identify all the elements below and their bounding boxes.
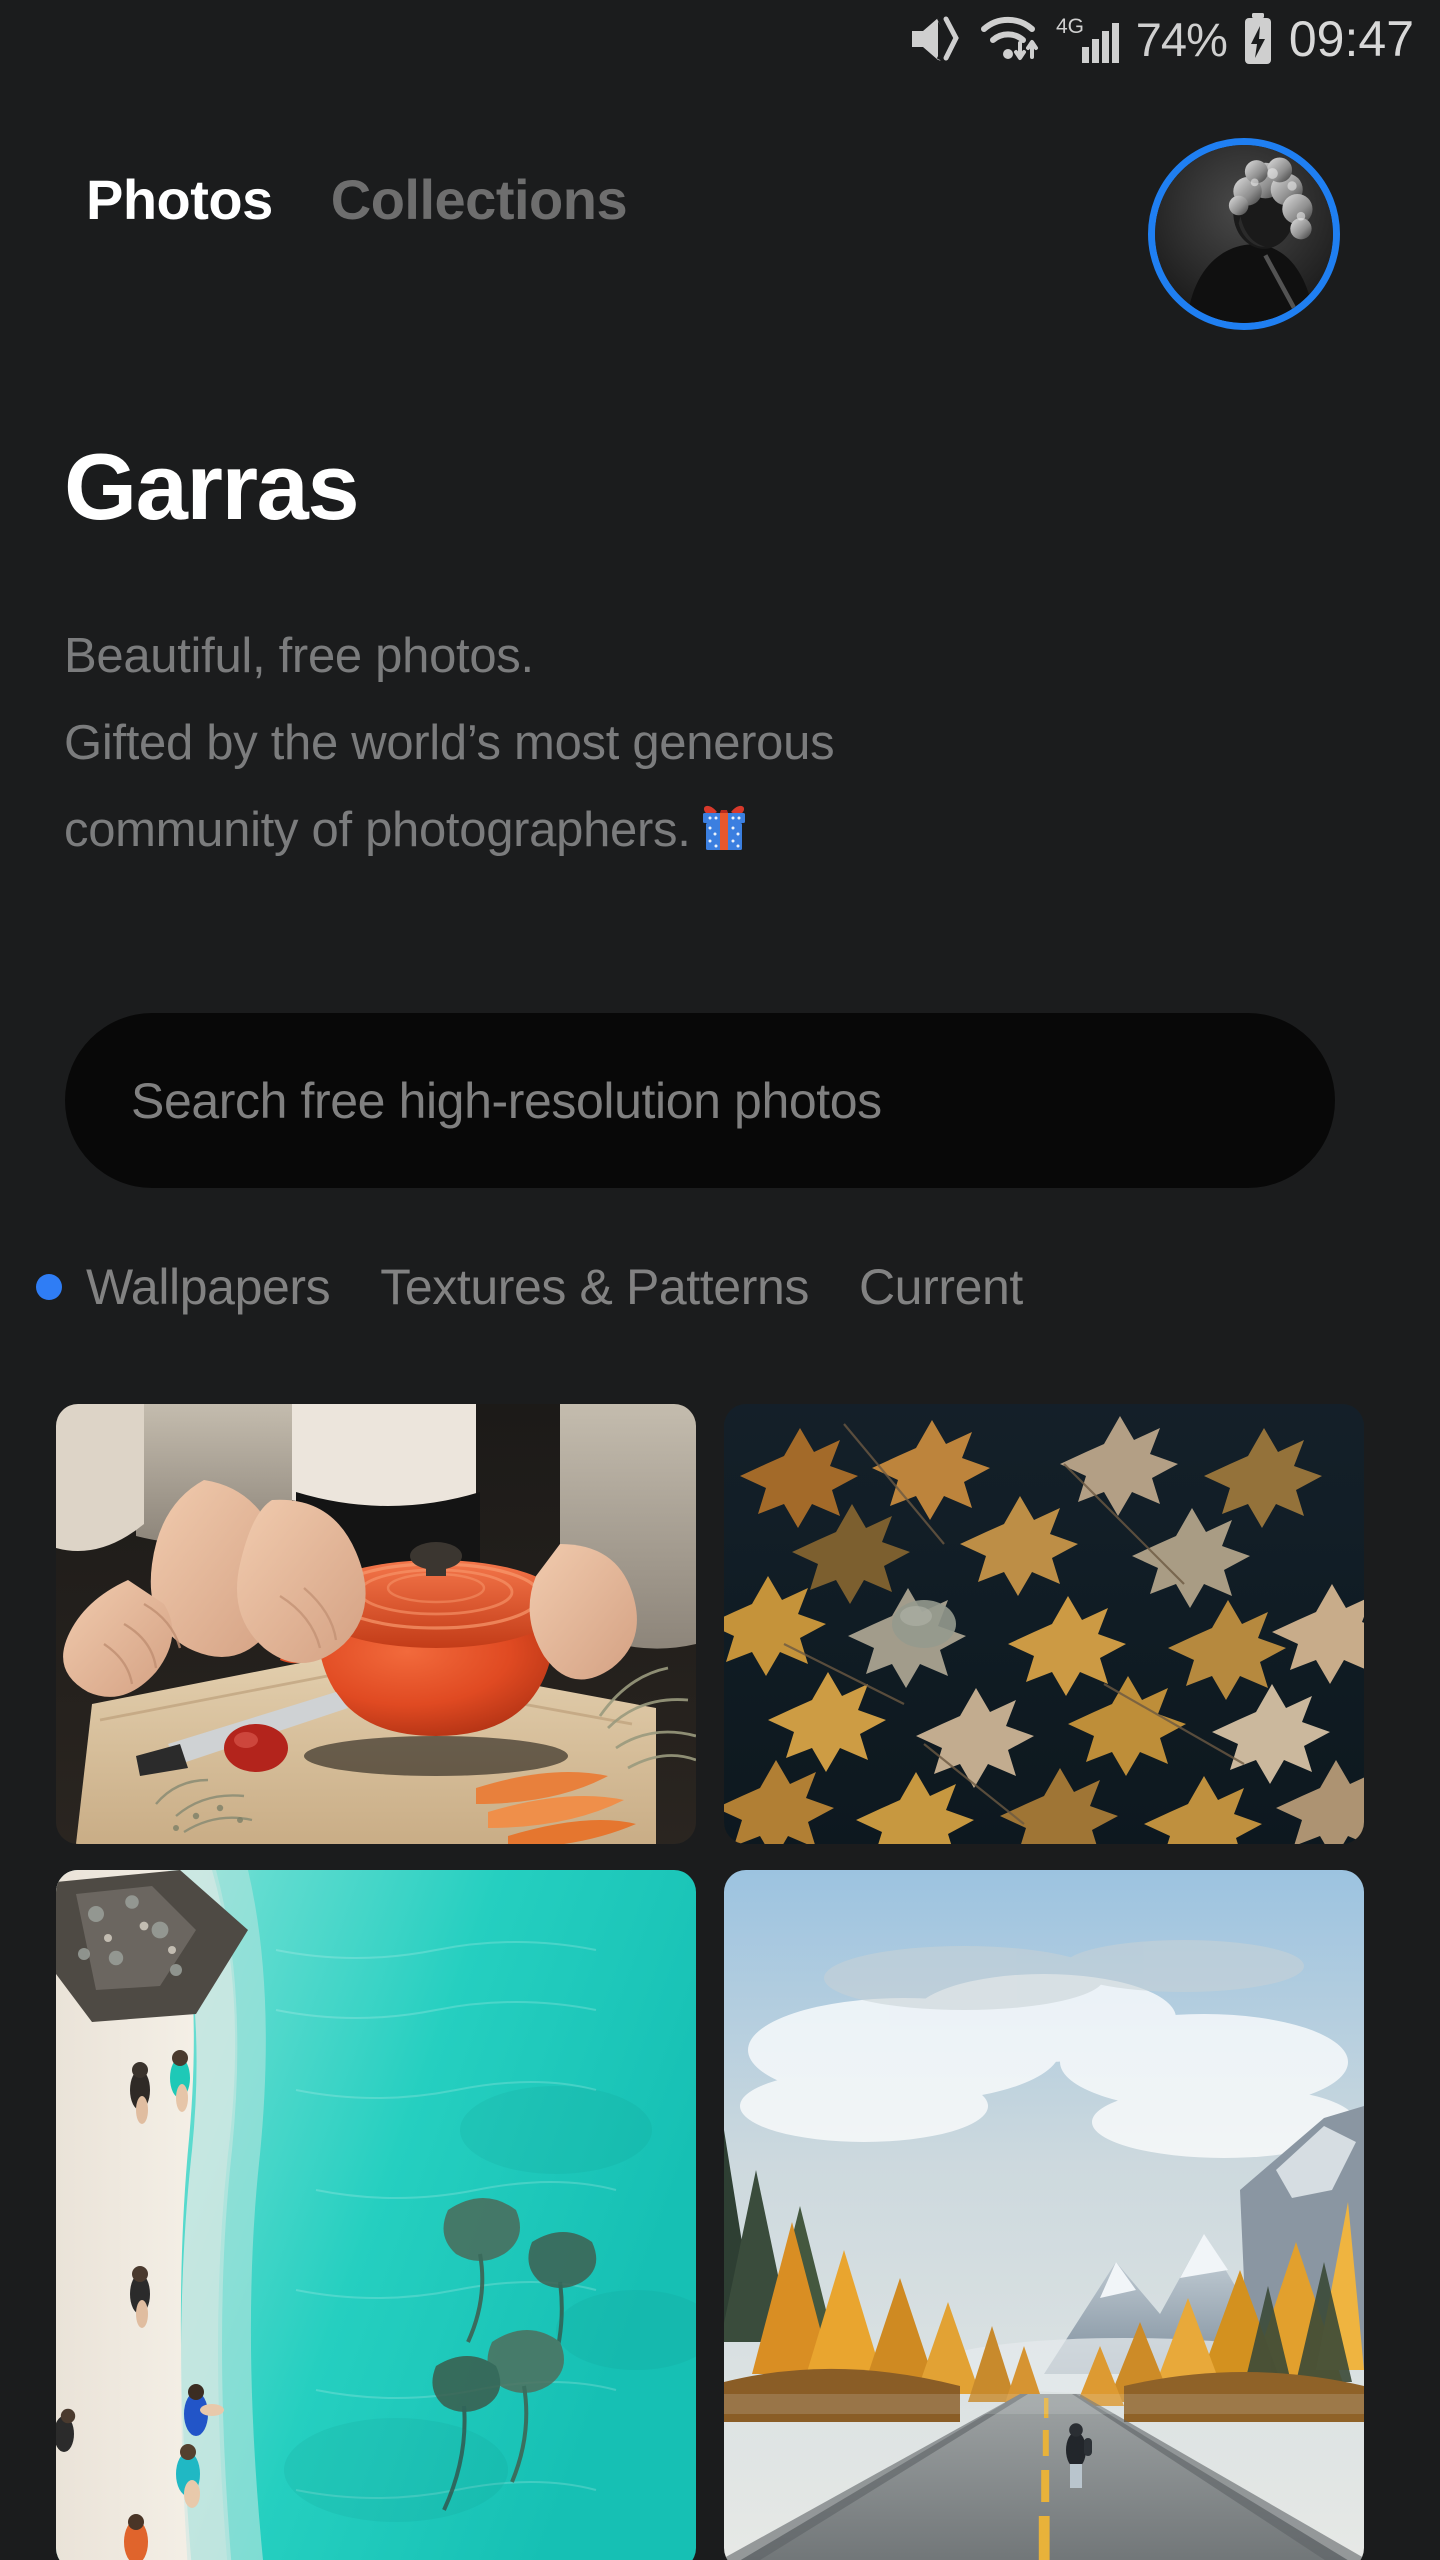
category-chip-row[interactable]: Wallpapers Textures & Patterns Current xyxy=(0,1232,1440,1342)
photo-card-autumn-leaves[interactable] xyxy=(724,1404,1364,1844)
avatar-image xyxy=(1155,145,1333,323)
cellular-signal-icon: 4G xyxy=(1056,13,1122,65)
category-label: Textures & Patterns xyxy=(380,1259,809,1315)
photo-grid xyxy=(56,1404,1386,2560)
clock-label: 09:47 xyxy=(1288,11,1414,67)
photo-card-cooking-pot[interactable] xyxy=(56,1404,696,1844)
search-input[interactable]: Search free high-resolution photos xyxy=(65,1013,1335,1188)
category-label: Current xyxy=(858,1259,1023,1315)
app-header: Photos Collections xyxy=(0,138,1440,340)
status-bar: 4G 74% 09:47 xyxy=(0,0,1440,78)
page-subtitle: Beautiful, free photos. Gifted by the wo… xyxy=(64,613,1264,880)
page-title: Garras xyxy=(64,434,360,539)
category-chip-wallpapers[interactable]: Wallpapers xyxy=(36,1258,331,1316)
battery-percent-label: 74% xyxy=(1135,12,1228,66)
subtitle-line-3: community of photographers. xyxy=(64,803,691,857)
photo-card-beach-stingrays[interactable] xyxy=(56,1870,696,2560)
category-chip-textures-patterns[interactable]: Textures & Patterns xyxy=(380,1258,809,1316)
subtitle-line-2: Gifted by the world’s most generous xyxy=(64,716,835,770)
tab-bar: Photos Collections xyxy=(0,150,628,228)
search-placeholder: Search free high-resolution photos xyxy=(131,1072,882,1129)
tab-photos[interactable]: Photos xyxy=(86,172,273,228)
avatar[interactable] xyxy=(1148,138,1340,330)
subtitle-line-3-wrap: community of photographers. xyxy=(64,787,1264,880)
subtitle-line-1: Beautiful, free photos. xyxy=(64,629,534,683)
category-label: Wallpapers xyxy=(86,1259,331,1315)
app-screen: 4G 74% 09:47 Photos Collections Garras B… xyxy=(0,0,1440,2560)
category-chip-current[interactable]: Current xyxy=(859,1258,1023,1316)
wifi-icon xyxy=(980,13,1042,65)
mute-vibrate-icon xyxy=(910,14,966,64)
tab-collections[interactable]: Collections xyxy=(331,172,628,228)
selected-dot-icon xyxy=(36,1274,62,1300)
svg-text:4G: 4G xyxy=(1056,15,1084,38)
gift-icon xyxy=(699,793,749,880)
photo-card-mountain-road[interactable] xyxy=(724,1870,1364,2560)
battery-charging-icon xyxy=(1241,12,1275,66)
